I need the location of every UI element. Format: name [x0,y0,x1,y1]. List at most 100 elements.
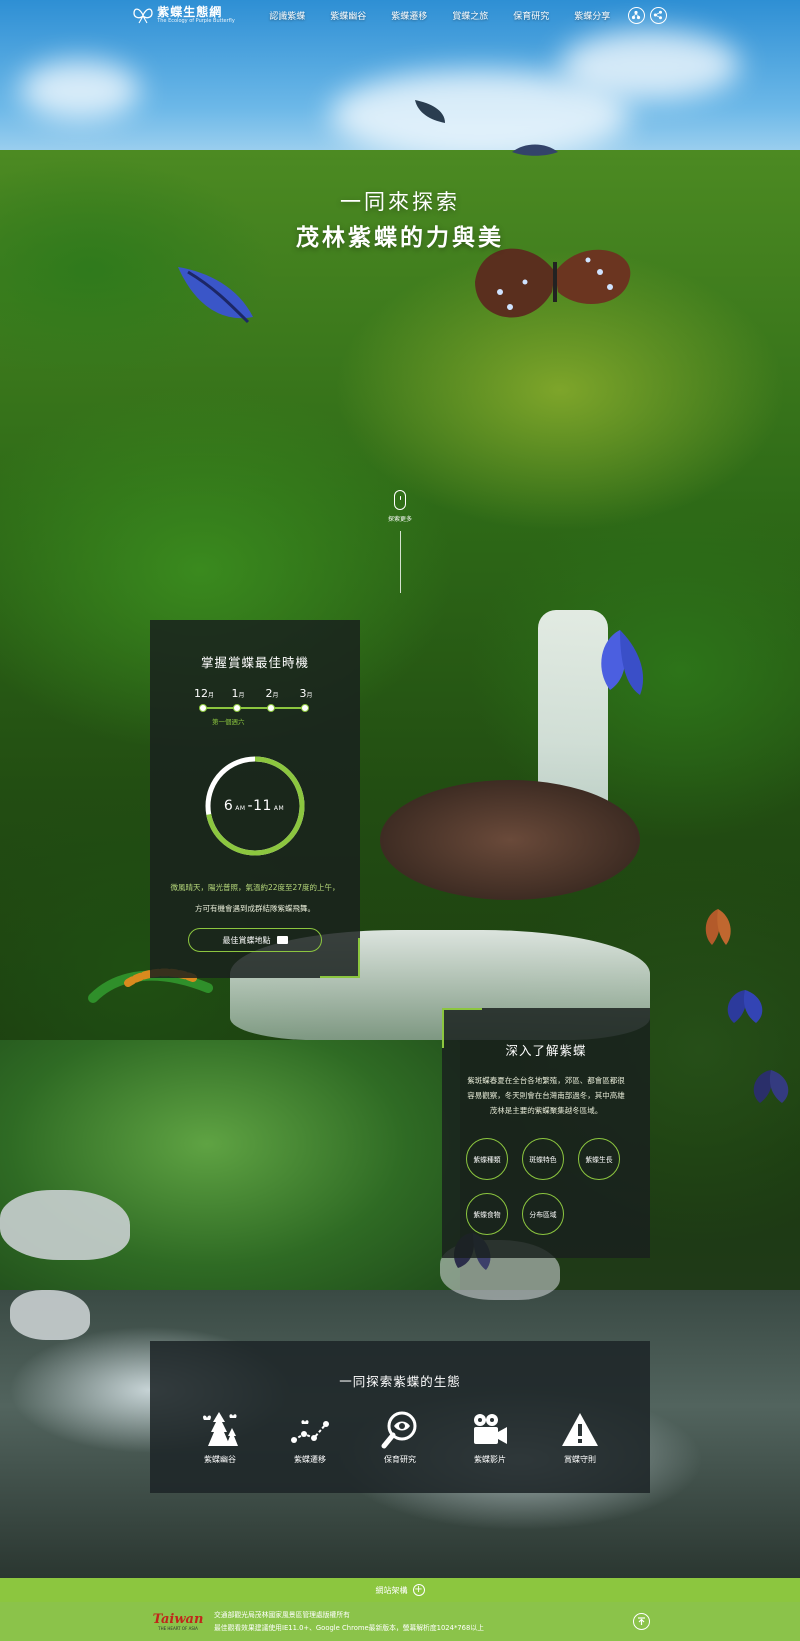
timeline-dot [198,704,207,712]
month-list: 12月 1月 2月 3月 [150,687,360,700]
explore-video-link[interactable]: 紫蝶影片 [457,1410,523,1465]
learn-more-desc: 紫斑蝶春夏在全台各地繁殖，郊區、都會區都很容易觀察，冬天則會在台灣南部過冬，其中… [467,1076,625,1115]
hero-title-line1: 一同來探索 [340,190,460,214]
explore-video-label: 紫蝶影片 [474,1455,506,1464]
browser-note: 最佳觀看效果建議使用IE11.0+、Google Chrome最新版本，螢幕解析… [214,1623,484,1632]
explore-research-link[interactable]: 保育研究 [367,1410,433,1465]
timeline-dot [300,704,309,712]
time-end-unit: AM [273,805,285,812]
nav-item-share[interactable]: 紫蝶分享 [562,9,623,22]
month-unit: 月 [207,692,214,699]
best-time-desc-2: 方可有機會遇到成群結隊紫蝶飛舞。 [195,904,315,913]
topic-distribution-button[interactable]: 分布區域 [522,1193,564,1235]
best-spot-button-label: 最佳賞蝶地點 [222,935,271,945]
footer-info: 交通部觀光局茂林國家風景區管理處版權所有 最佳觀看效果建議使用IE11.0+、G… [214,1609,484,1635]
month-item: 1月 [221,687,255,700]
video-camera-icon [474,1414,507,1444]
explore-migration-link[interactable]: 紫蝶遷移 [277,1410,343,1465]
plus-icon: + [412,1584,425,1596]
butterfly-icon [178,267,253,324]
topic-buttons: 紫蝶種類 斑蝶特色 紫蝶生長 紫蝶食物 分布區域 [442,1138,650,1235]
best-spot-button[interactable]: 最佳賞蝶地點 [188,928,322,952]
time-end: 11 [253,798,272,814]
stone [10,1290,90,1340]
sitemap-icon[interactable] [627,6,645,24]
top-nav-bar: 紫蝶生態網 The Ecology of Purple Butterfly 認識… [0,0,800,30]
topic-growth-button[interactable]: 紫蝶生長 [578,1138,620,1180]
cloud [20,60,140,120]
timeline-dot [266,704,275,712]
nav-item-migration[interactable]: 紫蝶遷移 [379,9,440,22]
topic-species-button[interactable]: 紫蝶種類 [466,1138,508,1180]
site-logo[interactable]: 紫蝶生態網 The Ecology of Purple Butterfly [133,6,235,24]
explore-research-label: 保育研究 [384,1455,416,1464]
butterfly-icon [512,144,558,156]
time-ring: 6 AM - 11 AM [203,754,307,858]
scroll-more[interactable]: 探索更多 [385,490,415,593]
taiwan-logo-tagline: THE HEART OF ASIA [158,1625,198,1631]
month-timeline [198,704,309,712]
scroll-more-label: 探索更多 [387,516,412,523]
footer: Taiwan THE HEART OF ASIA 交通部觀光局茂林國家風景區管理… [0,1602,800,1641]
week-label: 第一個週六 [212,718,245,726]
explore-title: 一同探索紫蝶的生態 [339,1374,461,1389]
month-unit: 月 [306,692,313,699]
panel-corner-accent [442,1008,482,1048]
butterfly-icon [415,100,445,123]
topic-features-button[interactable]: 斑蝶特色 [522,1138,564,1180]
panel-corner-accent [320,938,360,978]
pool [0,1040,460,1300]
copyright-text: 交通部觀光局茂林國家風景區管理處版權所有 [214,1610,350,1619]
explore-valley-label: 紫蝶幽谷 [204,1455,236,1464]
best-time-panel: 掌握賞蝶最佳時機 12月 1月 2月 3月 第一個週六 6 AM - 11 AM… [150,620,360,978]
time-start-unit: AM [235,805,246,812]
butterfly-icon [705,909,731,945]
nav-item-valley[interactable]: 紫蝶幽谷 [318,9,379,22]
mouse-icon [394,490,406,510]
month-number: 12 [193,687,208,700]
stone [0,1190,130,1260]
month-unit: 月 [272,692,279,699]
logo-subtitle: The Ecology of Purple Butterfly [157,18,235,24]
butterfly-icon [753,1070,789,1103]
butterfly-icon [727,990,763,1023]
magnifier-eye-icon [381,1411,417,1449]
rocks [380,780,640,900]
map-icon [276,936,288,944]
sitemap-toggle[interactable]: 網站架構 + [0,1578,800,1602]
butterfly-icon [601,630,644,695]
month-item: 12月 [187,687,221,700]
month-item: 3月 [289,687,323,700]
time-start: 6 [223,798,234,814]
migration-route-icon [291,1420,329,1443]
nav-item-research[interactable]: 保育研究 [501,9,562,22]
cloud [560,30,740,100]
explore-migration-label: 紫蝶遷移 [294,1455,326,1464]
timeline-dot [232,704,241,712]
explore-valley-link[interactable]: 紫蝶幽谷 [187,1410,253,1465]
scroll-line [399,531,401,593]
taiwan-logo-word: Taiwan [152,1611,204,1627]
time-range: 6 AM - 11 AM [203,754,307,858]
best-time-title: 掌握賞蝶最佳時機 [200,655,309,670]
sitemap-label: 網站架構 [375,1585,408,1595]
back-to-top-icon[interactable] [633,1613,650,1630]
best-time-desc: 微風晴天，陽光普照，氣溫約22度至27度的上午， [170,883,340,892]
explore-panel: 一同探索紫蝶的生態 紫蝶幽谷 紫蝶遷移 保育研究 紫蝶影片 賞蝶守則 [150,1341,650,1493]
warning-icon [562,1413,598,1446]
topic-food-button[interactable]: 紫蝶食物 [466,1193,508,1235]
explore-rules-link[interactable]: 賞蝶守則 [547,1410,613,1465]
timeline-bar [202,707,308,709]
main-nav: 認識紫蝶 紫蝶幽谷 紫蝶遷移 賞蝶之旅 保育研究 紫蝶分享 [257,9,623,22]
explore-rules-label: 賞蝶守則 [564,1455,596,1464]
explore-links: 紫蝶幽谷 紫蝶遷移 保育研究 紫蝶影片 賞蝶守則 [150,1410,650,1465]
hero-title-line2: 茂林紫蝶的力與美 [296,225,504,251]
taiwan-logo[interactable]: Taiwan THE HEART OF ASIA [150,1613,206,1631]
nav-item-tour[interactable]: 賞蝶之旅 [440,9,501,22]
month-unit: 月 [238,692,245,699]
learn-more-panel: 深入了解紫蝶 紫斑蝶春夏在全台各地繁殖，郊區、都會區都很容易觀察，冬天則會在台灣… [442,1008,650,1258]
share-icon[interactable] [649,6,667,24]
nav-item-about[interactable]: 認識紫蝶 [257,9,318,22]
butterfly-logo-icon [133,8,153,24]
logo-title: 紫蝶生態網 [157,5,223,19]
